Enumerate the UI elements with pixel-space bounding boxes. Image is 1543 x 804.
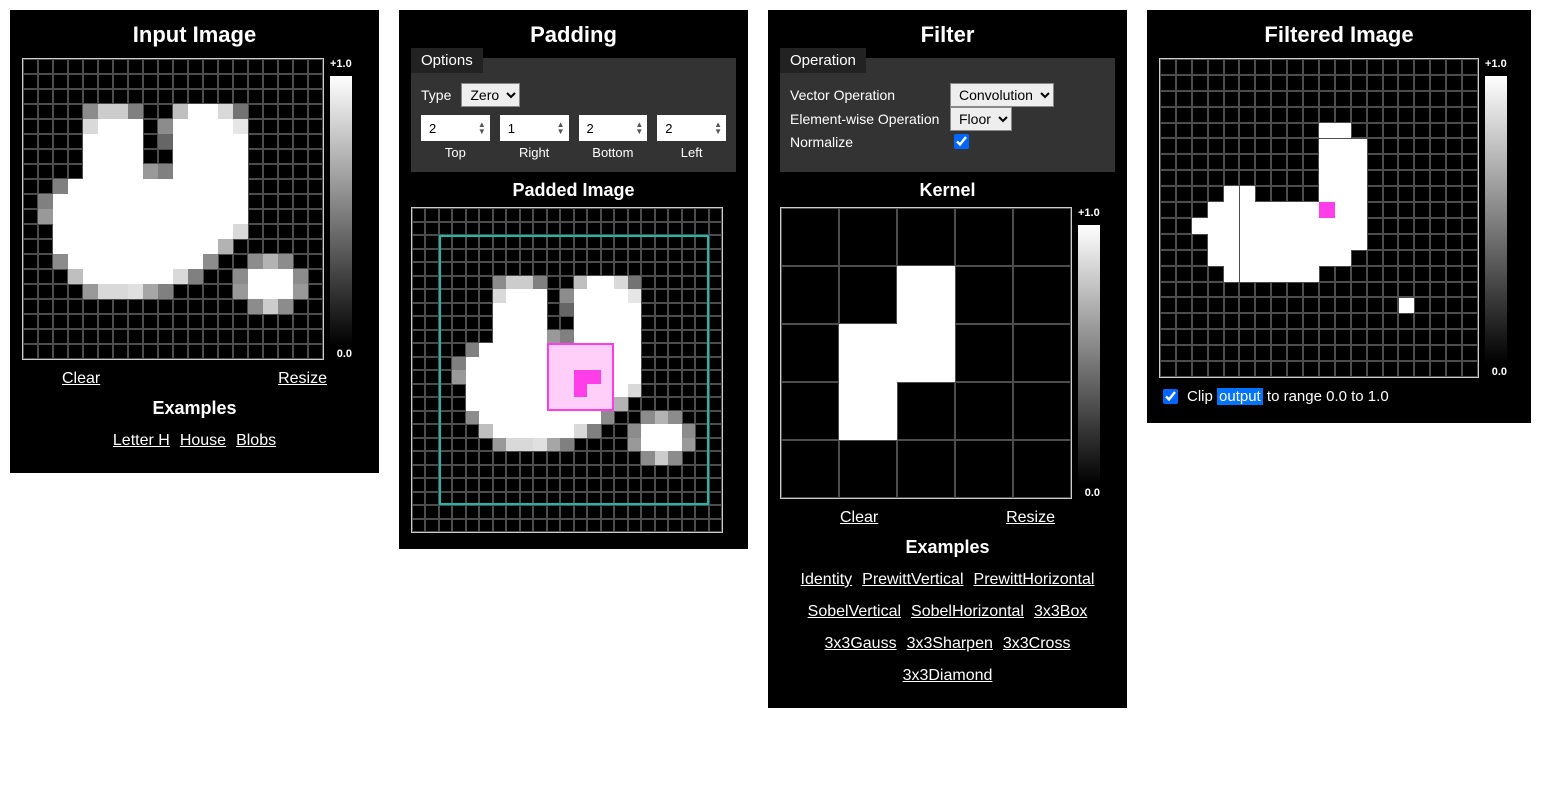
example-link[interactable]: SobelHorizontal	[911, 596, 1024, 628]
example-link[interactable]: PrewittHorizontal	[974, 564, 1095, 596]
example-link[interactable]: 3x3Diamond	[903, 660, 993, 692]
input-canvas[interactable]	[22, 58, 324, 360]
pad-right-input[interactable]: 1▲▼	[500, 115, 569, 141]
normalize-label: Normalize	[790, 134, 940, 150]
example-link[interactable]: PrewittVertical	[862, 564, 963, 596]
example-link[interactable]: 3x3Cross	[1003, 628, 1071, 660]
padding-title: Padding	[411, 22, 736, 48]
input-resize[interactable]: Resize	[278, 370, 327, 388]
input-clear[interactable]: Clear	[62, 370, 100, 388]
kernel-scale: +1.0 0.0	[1078, 207, 1100, 499]
filtered-title: Filtered Image	[1159, 22, 1519, 48]
filtered-canvas	[1159, 58, 1479, 378]
clip-label: Clip output to range 0.0 to 1.0	[1187, 388, 1389, 405]
vec-op-label: Vector Operation	[790, 87, 940, 103]
filter-panel: Filter Operation Vector Operation Convol…	[768, 10, 1127, 708]
example-link[interactable]: SobelVertical	[808, 596, 901, 628]
example-link[interactable]: 3x3Sharpen	[907, 628, 993, 660]
padding-type-select[interactable]: Zero	[461, 83, 520, 107]
example-link[interactable]: Identity	[801, 564, 853, 596]
pad-top-input[interactable]: 2▲▼	[421, 115, 490, 141]
elem-op-label: Element-wise Operation	[790, 111, 940, 127]
padded-canvas[interactable]	[411, 207, 723, 533]
filter-examples: Identity PrewittVertical PrewittHorizontal…	[780, 564, 1115, 692]
input-examples-title: Examples	[22, 398, 367, 419]
kernel-clear[interactable]: Clear	[840, 509, 878, 527]
filter-title: Filter	[780, 22, 1115, 48]
example-link[interactable]: Letter H	[113, 425, 170, 457]
filtered-panel: Filtered Image +1.0 0.0 Clip output to r…	[1147, 10, 1531, 423]
kernel-title: Kernel	[780, 180, 1115, 201]
pad-bottom-input[interactable]: 2▲▼	[579, 115, 648, 141]
filter-operation: Operation Vector Operation Convolution E…	[780, 58, 1115, 172]
input-scale: +1.0 0.0	[330, 58, 352, 360]
clip-checkbox[interactable]	[1163, 389, 1178, 404]
filter-examples-title: Examples	[780, 537, 1115, 558]
input-examples: Letter H House Blobs	[22, 425, 367, 457]
example-link[interactable]: House	[180, 425, 226, 457]
padding-options: Options Type Zero 2▲▼Top1▲▼Right2▲▼Botto…	[411, 58, 736, 172]
kernel-canvas[interactable]	[780, 207, 1072, 499]
pad-left-input[interactable]: 2▲▼	[657, 115, 726, 141]
padding-type-label: Type	[421, 87, 451, 103]
kernel-resize[interactable]: Resize	[1006, 509, 1055, 527]
elem-op-select[interactable]: Floor	[950, 107, 1012, 131]
input-panel: Input Image +1.0 0.0 Clear Resize Exampl…	[10, 10, 379, 473]
example-link[interactable]: 3x3Box	[1034, 596, 1087, 628]
vec-op-select[interactable]: Convolution	[950, 83, 1054, 107]
padded-title: Padded Image	[411, 180, 736, 201]
example-link[interactable]: Blobs	[236, 425, 276, 457]
padding-panel: Padding Options Type Zero 2▲▼Top1▲▼Right…	[399, 10, 748, 549]
filtered-scale: +1.0 0.0	[1485, 58, 1507, 378]
normalize-checkbox[interactable]	[954, 134, 969, 149]
example-link[interactable]: 3x3Gauss	[825, 628, 897, 660]
input-title: Input Image	[22, 22, 367, 48]
